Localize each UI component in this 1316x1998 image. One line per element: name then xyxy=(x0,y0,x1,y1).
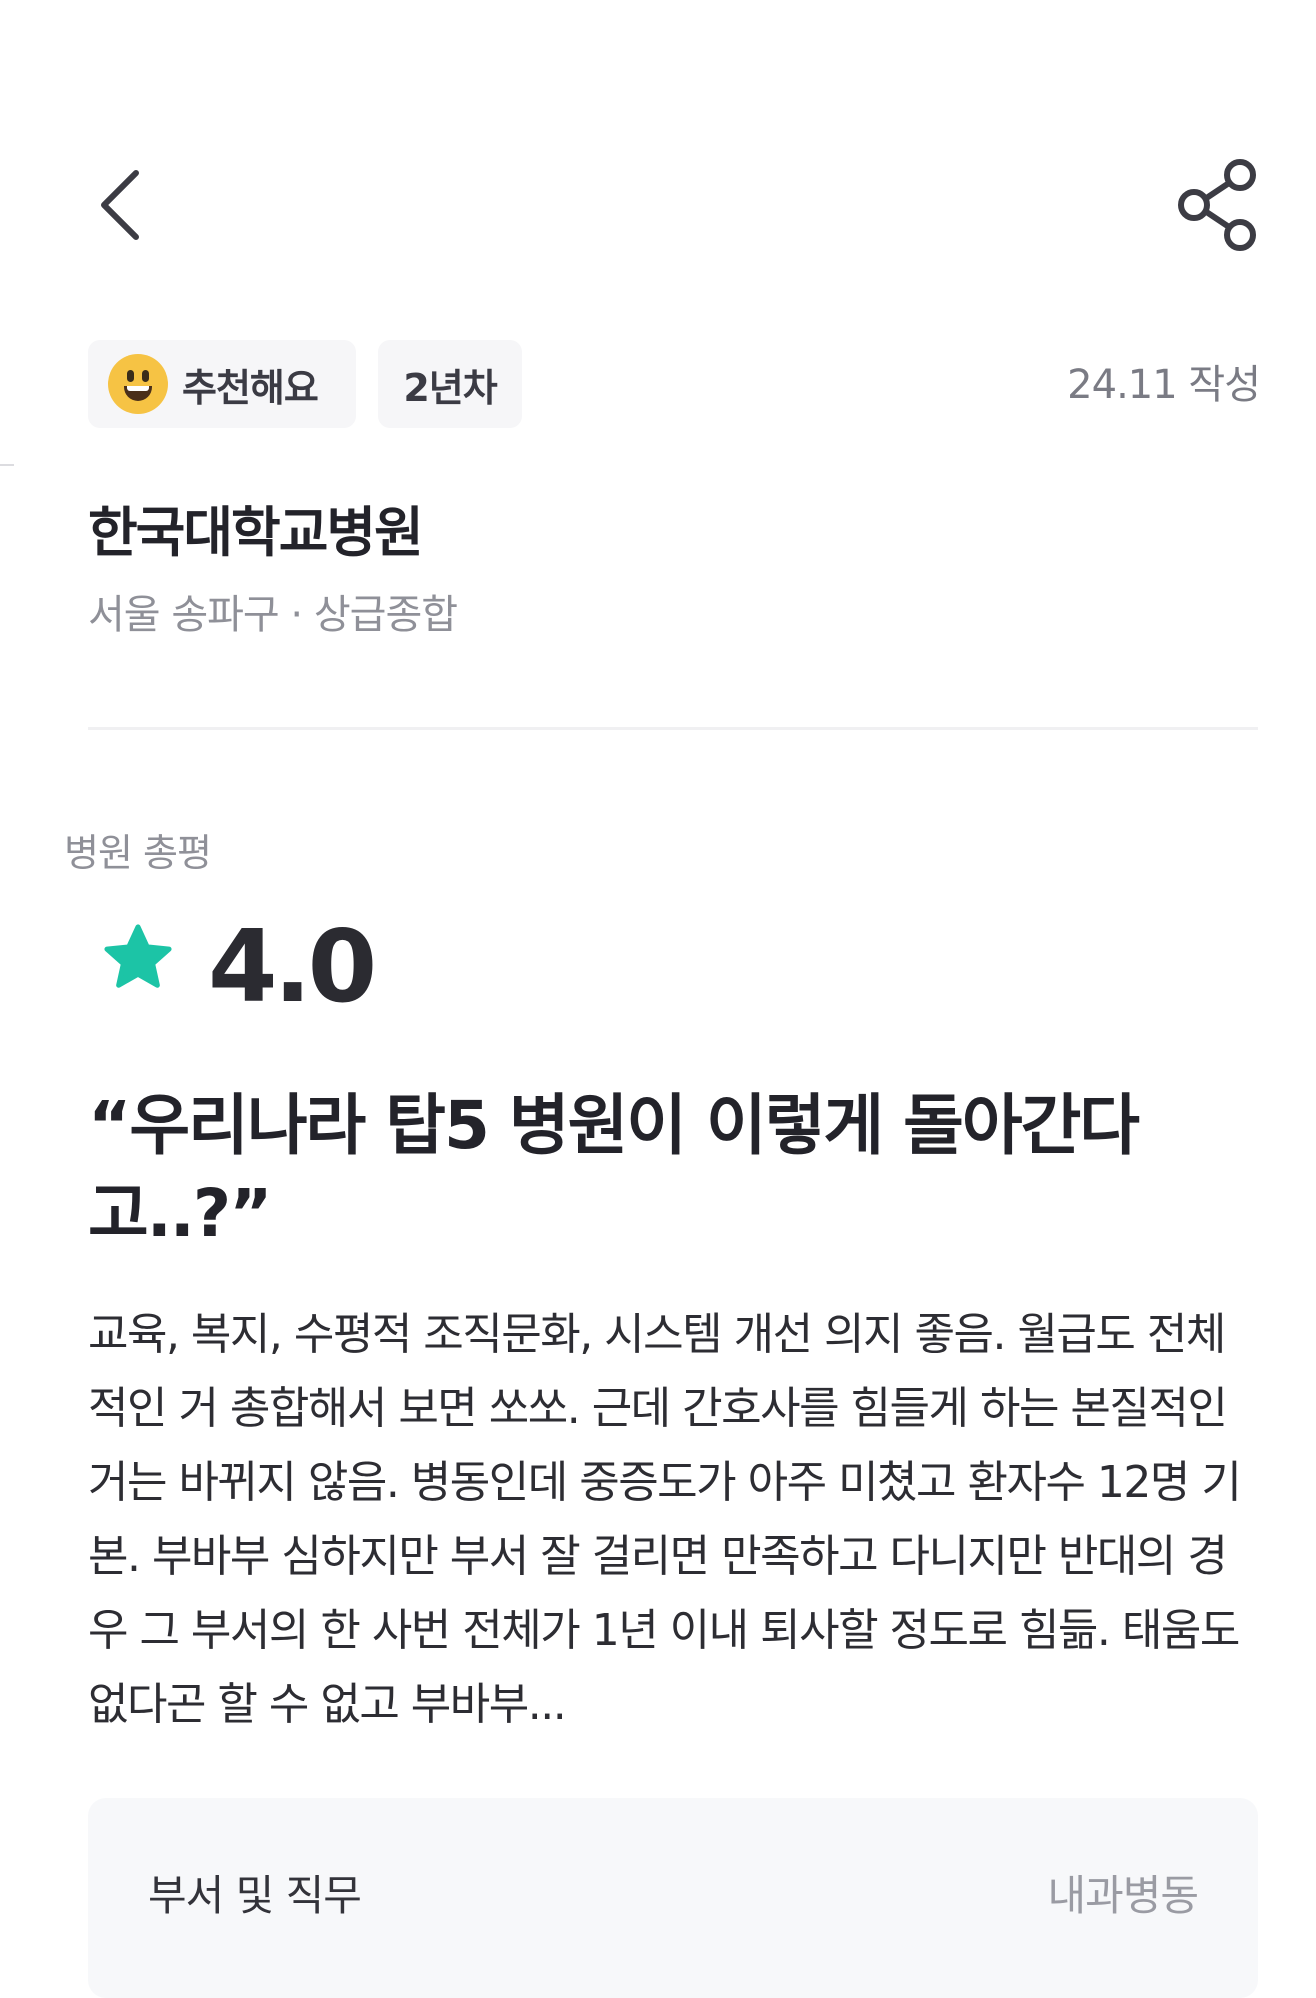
years-badge: 2년차 xyxy=(378,340,522,428)
star-icon xyxy=(104,924,172,988)
share-button[interactable] xyxy=(1168,150,1268,260)
review-body: 교육, 복지, 수평적 조직문화, 시스템 개선 의지 좋음. 월급도 전체적인… xyxy=(88,1309,1242,1730)
hospital-meta: 서울 송파구 · 상급종합 xyxy=(88,592,458,638)
recommend-badge: 추천해요 xyxy=(88,340,356,428)
chevron-left-icon xyxy=(101,170,139,240)
years-label: 2년차 xyxy=(403,365,497,410)
recommend-label: 추천해요 xyxy=(182,365,319,410)
back-button[interactable] xyxy=(96,150,176,260)
review-headline: “우리나라 탑5 병원이 이렇게 돌아간다고..?” xyxy=(88,1087,1140,1252)
department-label: 부서 및 직무 xyxy=(148,1871,362,1920)
written-date: 24.11 작성 xyxy=(1067,362,1261,408)
hospital-name: 한국대학교병원 xyxy=(88,501,424,564)
grinning-face-icon xyxy=(108,354,168,414)
department-value: 내과병동 xyxy=(1047,1871,1199,1920)
edge-mark xyxy=(0,464,14,466)
share-icon xyxy=(1178,159,1256,251)
rating-value: 4.0 xyxy=(208,908,377,1025)
divider xyxy=(88,727,1258,730)
section-label: 병원 총평 xyxy=(64,831,212,875)
